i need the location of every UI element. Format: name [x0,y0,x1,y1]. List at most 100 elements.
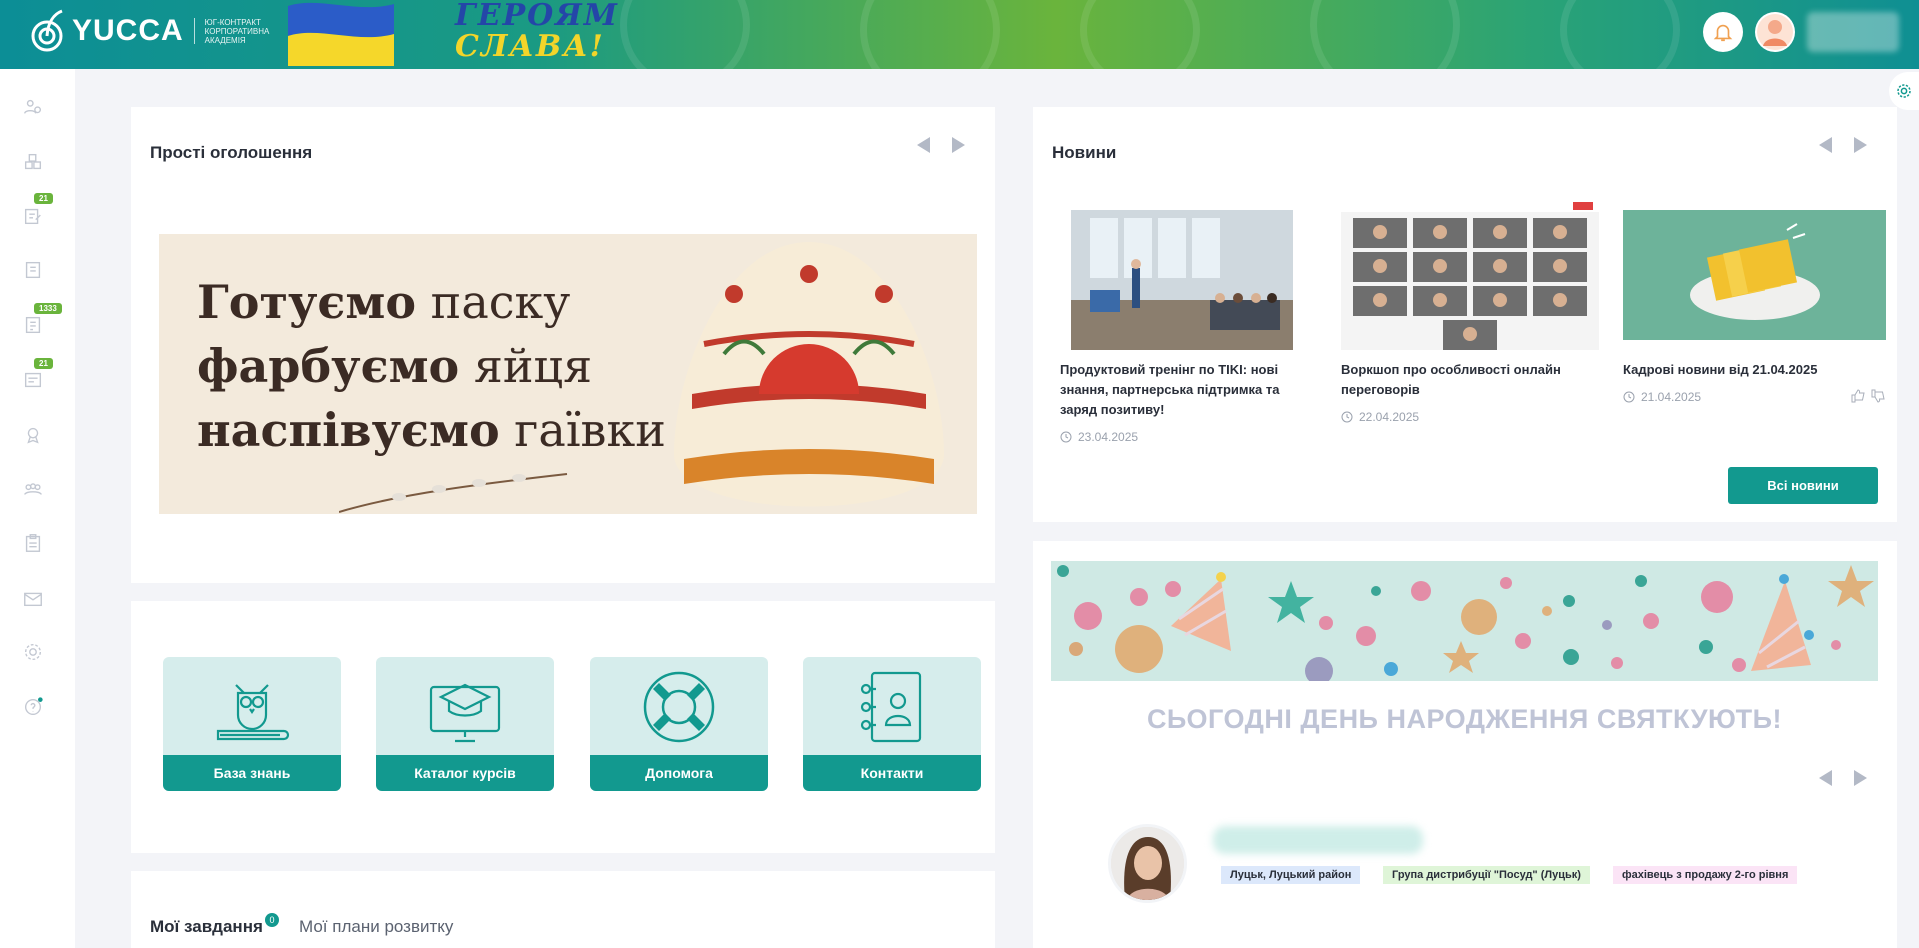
tasks-count-badge: 0 [265,913,279,927]
left-sidebar: 21 1333 21 [0,69,75,948]
user-avatar-icon [1757,14,1793,50]
news-item-title[interactable]: Кадрові новини від 21.04.2025 [1623,360,1873,380]
graduation-monitor-icon [429,683,501,743]
news-date-text: 23.04.2025 [1078,430,1139,444]
news-image-workshop[interactable] [1341,200,1599,350]
glory-line-2: СЛАВА! [455,29,605,64]
owl-book-icon [216,684,290,741]
tab-my-development-plans[interactable]: Мої плани розвитку [299,917,453,937]
birthdays-next-arrow[interactable] [1854,770,1867,786]
reaction-buttons [1850,388,1886,404]
birthdays-card: СЬОГОДНІ ДЕНЬ НАРОДЖЕННЯ СВЯТКУЮТЬ! Луць… [1033,541,1897,948]
banner-line-bold: фарбуємо [197,339,460,393]
badge-count: 1333 [34,303,62,314]
clock-icon [1623,391,1635,403]
birthdays-prev-arrow[interactable] [1819,770,1832,786]
gear-icon [1897,84,1911,98]
mail-icon [24,592,42,607]
settings-icon [24,643,42,661]
news-item-date: 22.04.2025 [1341,410,1599,424]
bell-icon [1713,24,1733,42]
pysanka-egg-icon [674,242,944,507]
tile-knowledge-base[interactable]: База знань [163,657,341,791]
tile-label: Контакти [803,755,981,791]
team-icon [24,483,42,495]
news-image-hr[interactable] [1623,200,1886,350]
sidebar-item-team[interactable] [22,478,44,500]
news-date-text: 22.04.2025 [1359,410,1420,424]
tasks-card: Мої завдання 0 Мої плани розвитку [131,871,995,948]
thumbs-up-icon[interactable] [1850,388,1866,404]
news-item-title[interactable]: Воркшоп про особливості онлайн переговор… [1341,360,1591,400]
person-photo-icon [1111,827,1184,900]
sidebar-item-help[interactable] [22,696,44,718]
logo[interactable]: YUCCA ЮГ-КОНТРАКТ КОРПОРАТИВНА АКАДЕМІЯ [28,8,285,54]
badge-count: 21 [34,358,53,369]
hr-news-illustration-icon [1623,200,1886,350]
announcements-card: Прості оголошення Готуємо паску фарбуємо… [131,107,995,583]
banner-line-bold: наспівуємо [197,403,500,457]
easter-banner-text: Готуємо паску фарбуємо яйця наспівуємо г… [197,270,666,462]
user-name-blurred[interactable] [1807,12,1899,52]
news-item-title[interactable]: Продуктовий тренінг по TIKI: нові знання… [1060,360,1310,420]
heroes-glory-text: ГЕРОЯМ СЛАВА! [455,0,619,62]
news-next-arrow[interactable] [1854,137,1867,153]
confetti-party-icon [1057,565,1874,681]
tag-group: Група дистрибуції "Посуд" (Луцьк) [1383,866,1590,884]
birthday-banner [1051,561,1878,681]
sidebar-item-edit-doc[interactable] [22,205,44,227]
sidebar-item-users-cog[interactable] [22,96,44,118]
sidebar-item-blocks[interactable] [22,151,44,173]
banner-line-bold: Готуємо [197,275,417,329]
decor-circle [1310,0,1460,69]
yucca-logo-icon [31,9,63,52]
news-item[interactable]: Кадрові новини від 21.04.2025 21.04.2025 [1623,200,1886,404]
birthday-person-avatar[interactable] [1111,827,1184,900]
news-image-training[interactable] [1060,200,1318,350]
tile-help[interactable]: Допомога [590,657,768,791]
tab-my-tasks[interactable]: Мої завдання [150,917,263,937]
easter-banner[interactable]: Готуємо паску фарбуємо яйця наспівуємо г… [159,234,977,514]
tile-course-catalog[interactable]: Каталог курсів [376,657,554,791]
logo-subtitle: ЮГ-КОНТРАКТ КОРПОРАТИВНА АКАДЕМІЯ [204,17,270,45]
sidebar-item-checklist[interactable] [22,369,44,391]
sidebar-item-document[interactable] [22,314,44,336]
help-icon [24,697,43,716]
sidebar-item-clipboard[interactable] [22,532,44,554]
all-news-button[interactable]: Всі новини [1728,467,1878,504]
edit-doc-icon [24,208,41,225]
banner-line-rest: гаївки [499,403,666,457]
birthday-person-name-blurred[interactable] [1213,826,1423,854]
sidebar-item-book[interactable] [22,259,44,281]
news-item[interactable]: Продуктовий тренінг по TIKI: нові знання… [1060,200,1318,444]
announcements-next-arrow[interactable] [952,137,965,153]
ukraine-flag-icon [288,2,394,66]
announcements-prev-arrow[interactable] [917,137,930,153]
page-settings-button[interactable] [1889,72,1919,110]
sidebar-item-mail[interactable] [22,587,44,609]
tag-location: Луцьк, Луцький район [1221,866,1361,884]
willow-branch-icon [339,473,568,513]
user-avatar[interactable] [1755,12,1795,52]
news-title: Новини [1052,143,1117,162]
tag-position: фахівець з продажу 2-го рівня [1613,866,1798,884]
badge-count: 21 [34,193,53,204]
news-item[interactable]: Воркшоп про особливості онлайн переговор… [1341,200,1599,424]
news-prev-arrow[interactable] [1819,137,1832,153]
decor-circle [1080,0,1200,69]
logo-text: YUCCA [72,14,184,47]
checklist-icon [24,372,42,388]
video-call-grid-icon [1341,200,1599,350]
notifications-button[interactable] [1703,12,1743,52]
award-icon [27,427,39,444]
news-item-date: 21.04.2025 [1623,390,1886,404]
decor-circle [860,0,1000,69]
blocks-icon [24,153,42,170]
thumbs-down-icon[interactable] [1870,388,1886,404]
decor-circle [1560,0,1680,69]
users-cog-icon [24,99,42,114]
document-icon [25,316,41,334]
sidebar-item-award[interactable] [22,424,44,446]
sidebar-item-settings[interactable] [22,641,44,663]
tile-contacts[interactable]: Контакти [803,657,981,791]
